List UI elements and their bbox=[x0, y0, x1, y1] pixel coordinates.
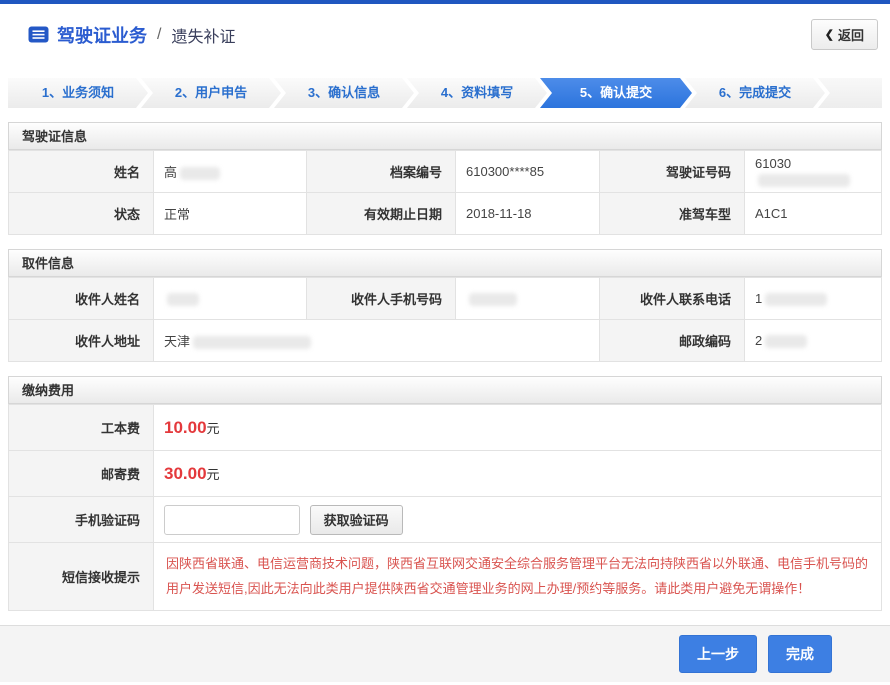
file-number-value: 610300****85 bbox=[456, 151, 600, 193]
back-button[interactable]: ❮ 返回 bbox=[811, 19, 878, 50]
get-captcha-button[interactable]: 获取验证码 bbox=[310, 505, 403, 535]
expiry-date-value: 2018-11-18 bbox=[456, 193, 600, 235]
mail-fee-label: 邮寄费 bbox=[9, 451, 154, 497]
license-info-table: 姓名 高 档案编号 610300****85 驾驶证号码 61030 状态 正常… bbox=[8, 150, 882, 235]
step-navigation: 1、业务须知 2、用户申告 3、确认信息 4、资料填写 5、确认提交 6、完成提… bbox=[8, 78, 882, 108]
step-3-confirm-info: 3、确认信息 bbox=[274, 78, 414, 108]
currency-unit: 元 bbox=[207, 467, 220, 482]
currency-unit: 元 bbox=[207, 421, 220, 436]
postal-code-label: 邮政编码 bbox=[600, 320, 745, 362]
name-value: 高 bbox=[154, 151, 307, 193]
license-info-section: 驾驶证信息 姓名 高 档案编号 610300****85 驾驶证号码 61030… bbox=[8, 122, 882, 235]
license-number-label: 驾驶证号码 bbox=[600, 151, 745, 193]
expiry-date-label: 有效期止日期 bbox=[307, 193, 456, 235]
finish-button[interactable]: 完成 bbox=[768, 635, 832, 673]
payment-section: 缴纳费用 工本费 10.00元 邮寄费 30.00元 手机验证码 获取验证码 短… bbox=[8, 376, 882, 611]
captcha-input[interactable] bbox=[164, 505, 300, 535]
license-number-value: 61030 bbox=[745, 151, 882, 193]
page-title: 驾驶证业务 bbox=[57, 22, 147, 48]
sms-notice-cell: 因陕西省联通、电信运营商技术问题，陕西省互联网交通安全综合服务管理平台无法向持陕… bbox=[154, 543, 882, 611]
back-button-label: 返回 bbox=[838, 25, 864, 44]
work-fee-label: 工本费 bbox=[9, 405, 154, 451]
footer-action-bar: 上一步 完成 bbox=[0, 625, 890, 682]
file-number-label: 档案编号 bbox=[307, 151, 456, 193]
step-6-finish-submit: 6、完成提交 bbox=[685, 78, 825, 108]
step-1-business-notice: 1、业务须知 bbox=[8, 78, 148, 108]
breadcrumb-separator: / bbox=[157, 26, 161, 44]
pickup-info-section: 取件信息 收件人姓名 收件人手机号码 收件人联系电话 1 收件人地址 天津 邮政… bbox=[8, 249, 882, 362]
captcha-label: 手机验证码 bbox=[9, 497, 154, 543]
table-row: 姓名 高 档案编号 610300****85 驾驶证号码 61030 bbox=[9, 151, 882, 193]
vehicle-class-value: A1C1 bbox=[745, 193, 882, 235]
captcha-cell: 获取验证码 bbox=[154, 497, 882, 543]
table-row: 工本费 10.00元 bbox=[9, 405, 882, 451]
table-row: 短信接收提示 因陕西省联通、电信运营商技术问题，陕西省互联网交通安全综合服务管理… bbox=[9, 543, 882, 611]
table-row: 收件人地址 天津 邮政编码 2 bbox=[9, 320, 882, 362]
chevron-left-icon: ❮ bbox=[825, 28, 834, 41]
previous-step-button[interactable]: 上一步 bbox=[679, 635, 757, 673]
name-label: 姓名 bbox=[9, 151, 154, 193]
step-bar-filler bbox=[818, 78, 882, 108]
breadcrumb: 驾驶证业务 / 遗失补证 bbox=[28, 22, 235, 48]
redacted-text bbox=[193, 336, 311, 349]
step-4-fill-materials: 4、资料填写 bbox=[407, 78, 547, 108]
work-fee-value: 10.00元 bbox=[154, 405, 882, 451]
recipient-name-value bbox=[154, 278, 307, 320]
status-label: 状态 bbox=[9, 193, 154, 235]
redacted-text bbox=[180, 167, 220, 180]
pickup-section-title: 取件信息 bbox=[8, 249, 882, 277]
postal-code-value: 2 bbox=[745, 320, 882, 362]
license-section-title: 驾驶证信息 bbox=[8, 122, 882, 150]
step-5-confirm-submit-active: 5、确认提交 bbox=[540, 78, 692, 108]
recipient-mobile-label: 收件人手机号码 bbox=[307, 278, 456, 320]
table-row: 收件人姓名 收件人手机号码 收件人联系电话 1 bbox=[9, 278, 882, 320]
redacted-text bbox=[758, 174, 850, 187]
redacted-text bbox=[167, 293, 199, 306]
recipient-address-label: 收件人地址 bbox=[9, 320, 154, 362]
vehicle-class-label: 准驾车型 bbox=[600, 193, 745, 235]
table-row: 状态 正常 有效期止日期 2018-11-18 准驾车型 A1C1 bbox=[9, 193, 882, 235]
recipient-mobile-value bbox=[456, 278, 600, 320]
status-value: 正常 bbox=[154, 193, 307, 235]
table-row: 邮寄费 30.00元 bbox=[9, 451, 882, 497]
redacted-text bbox=[765, 293, 827, 306]
work-fee-amount: 10.00 bbox=[164, 418, 207, 437]
list-icon bbox=[28, 25, 49, 44]
sms-notice-text: 因陕西省联通、电信运营商技术问题，陕西省互联网交通安全综合服务管理平台无法向持陕… bbox=[164, 550, 871, 602]
mail-fee-value: 30.00元 bbox=[154, 451, 882, 497]
table-row: 手机验证码 获取验证码 bbox=[9, 497, 882, 543]
recipient-address-value: 天津 bbox=[154, 320, 600, 362]
step-2-user-declaration: 2、用户申告 bbox=[141, 78, 281, 108]
page-header: 驾驶证业务 / 遗失补证 ❮ 返回 bbox=[0, 4, 890, 64]
payment-table: 工本费 10.00元 邮寄费 30.00元 手机验证码 获取验证码 短信接收提示… bbox=[8, 404, 882, 611]
recipient-phone-label: 收件人联系电话 bbox=[600, 278, 745, 320]
sms-notice-label: 短信接收提示 bbox=[9, 543, 154, 611]
page-subtitle: 遗失补证 bbox=[171, 23, 235, 47]
recipient-name-label: 收件人姓名 bbox=[9, 278, 154, 320]
payment-section-title: 缴纳费用 bbox=[8, 376, 882, 404]
redacted-text bbox=[765, 335, 807, 348]
mail-fee-amount: 30.00 bbox=[164, 464, 207, 483]
pickup-info-table: 收件人姓名 收件人手机号码 收件人联系电话 1 收件人地址 天津 邮政编码 2 bbox=[8, 277, 882, 362]
redacted-text bbox=[469, 293, 517, 306]
recipient-phone-value: 1 bbox=[745, 278, 882, 320]
